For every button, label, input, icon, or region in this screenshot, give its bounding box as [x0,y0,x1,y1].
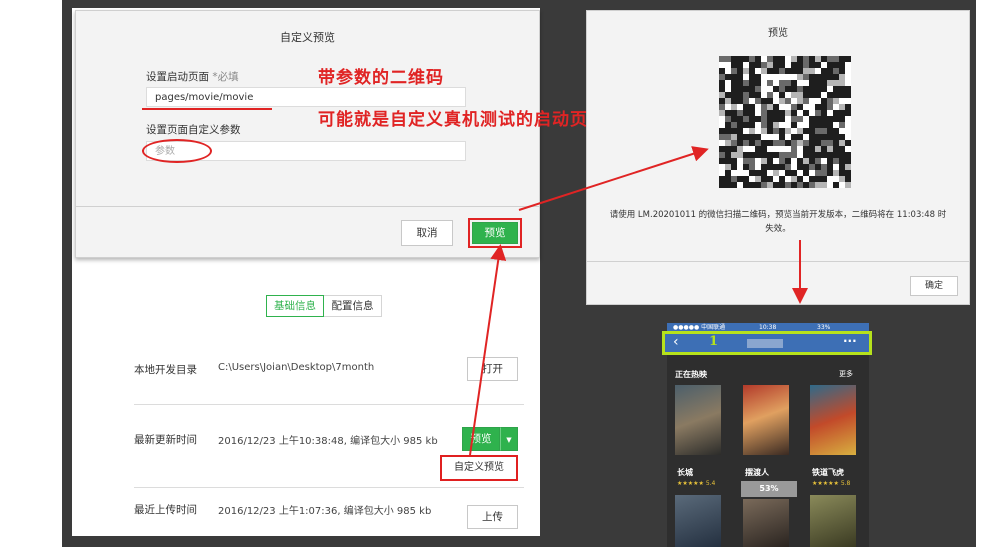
arrow-dialog-to-qr [518,146,709,211]
annotation-arrows [469,146,808,456]
arrow-menu-to-dialog [469,244,507,456]
